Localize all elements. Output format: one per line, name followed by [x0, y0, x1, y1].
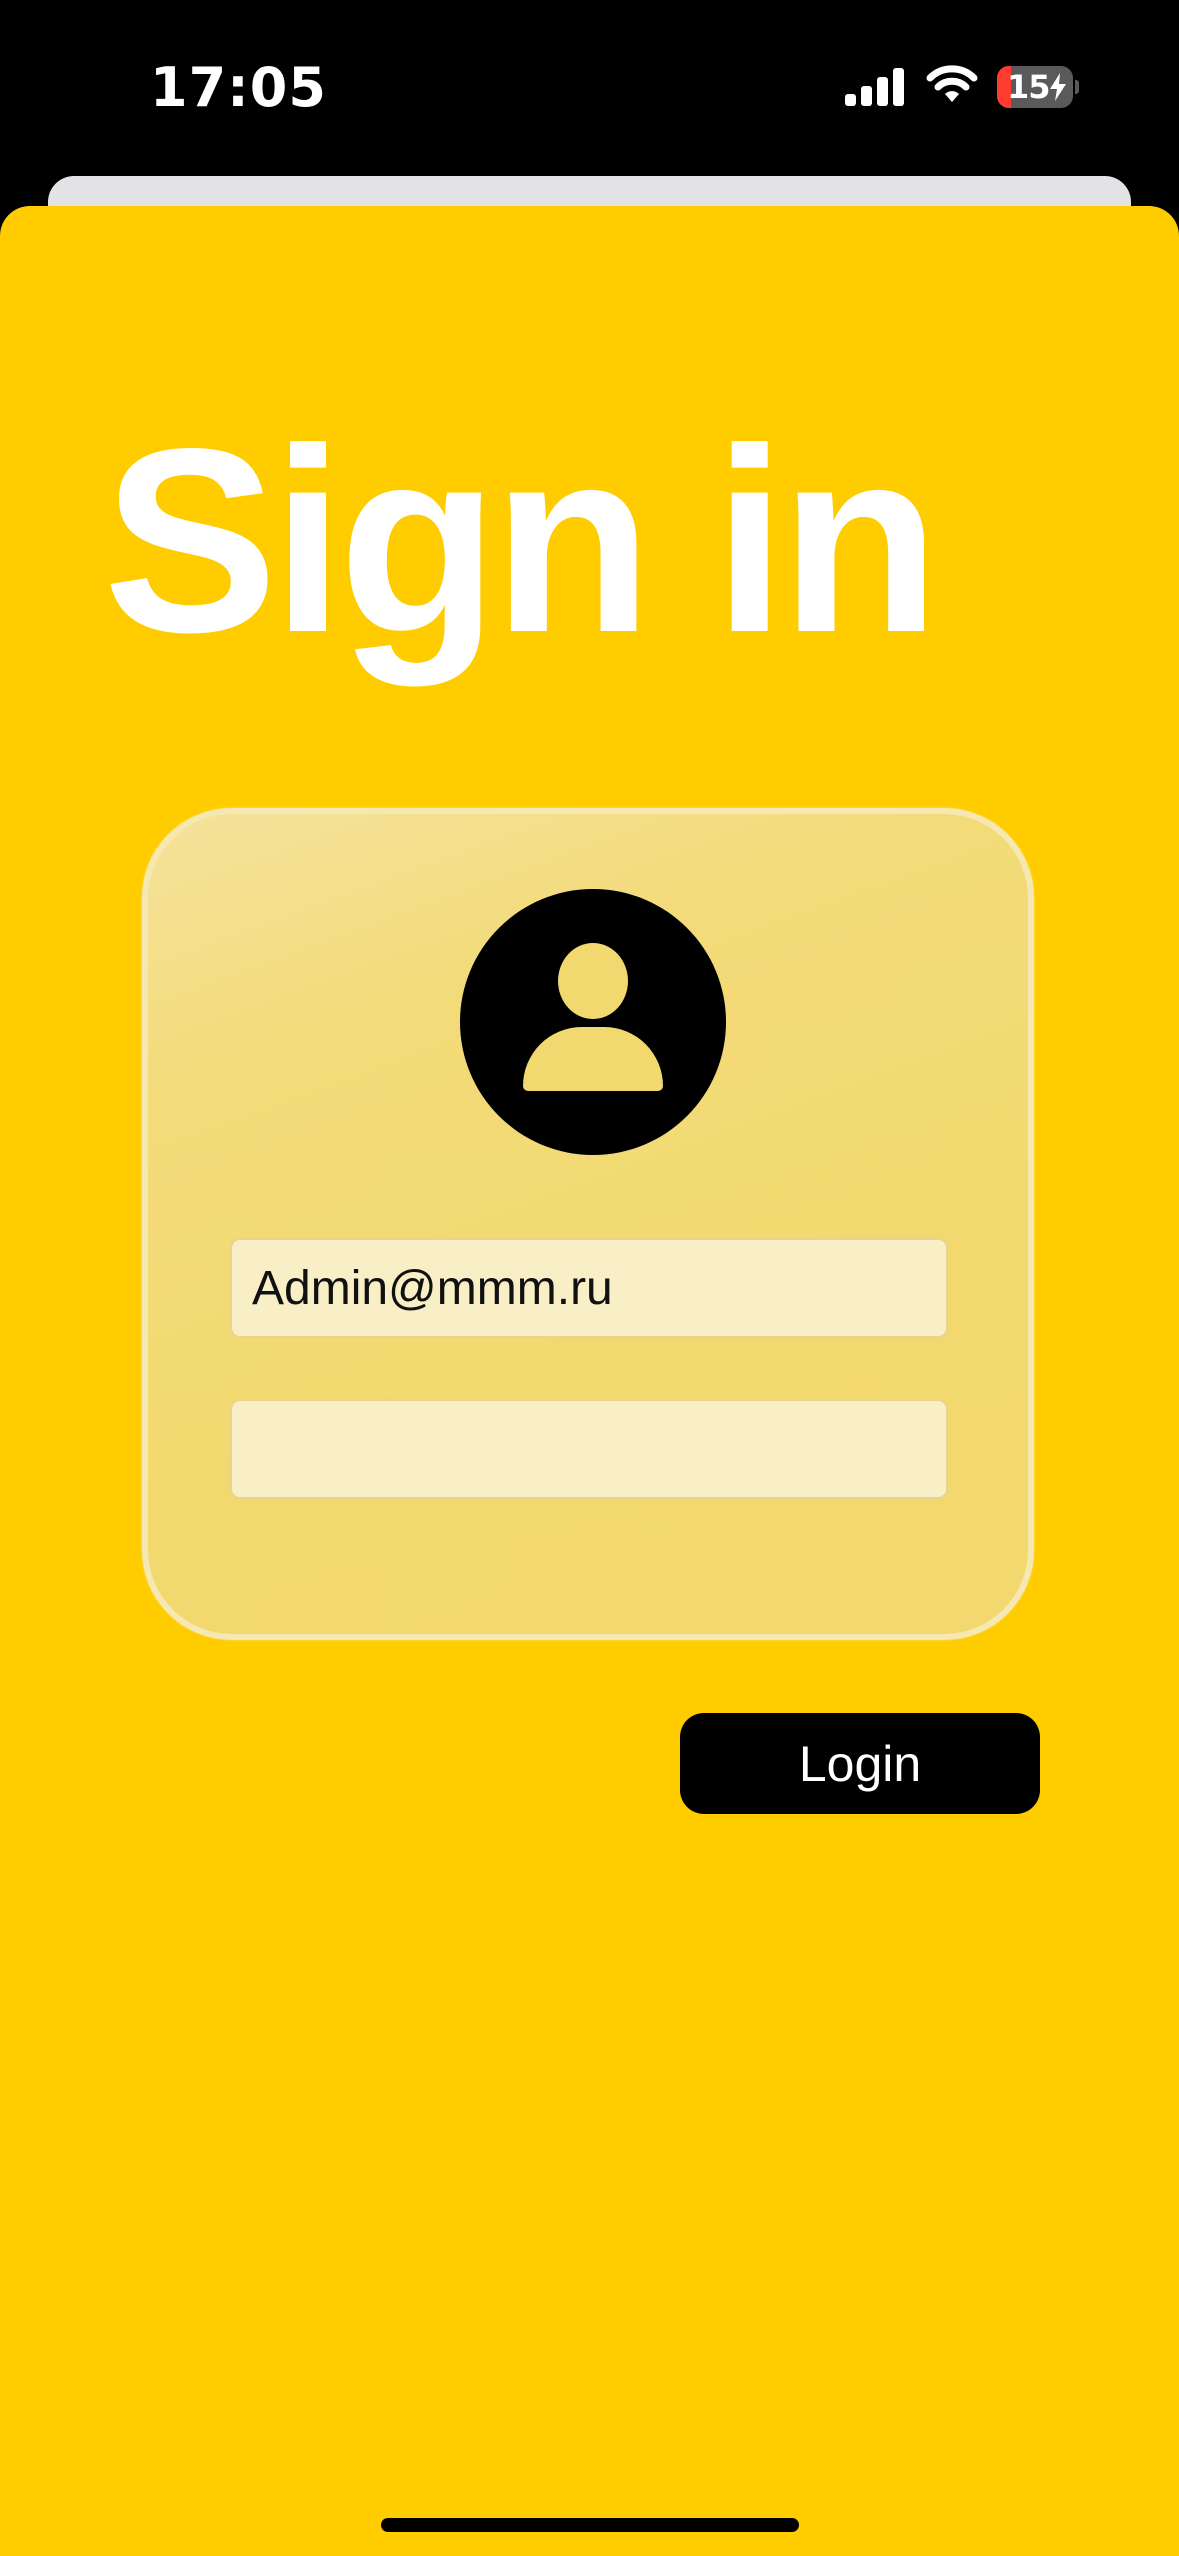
charging-bolt-icon [1050, 73, 1066, 101]
password-field[interactable] [230, 1399, 948, 1499]
email-field[interactable] [230, 1238, 948, 1338]
home-indicator[interactable] [381, 2518, 799, 2532]
login-button[interactable]: Login [680, 1713, 1040, 1814]
page-title: Sign in [103, 394, 940, 687]
status-bar: 17:05 15 [0, 0, 1179, 170]
battery-icon: 15 [997, 66, 1079, 108]
login-card [142, 808, 1034, 1640]
battery-level: 15 [1007, 68, 1051, 106]
cellular-signal-icon [845, 68, 904, 106]
status-time: 17:05 [150, 56, 327, 119]
user-avatar-icon [460, 889, 726, 1155]
wifi-icon [926, 65, 978, 102]
